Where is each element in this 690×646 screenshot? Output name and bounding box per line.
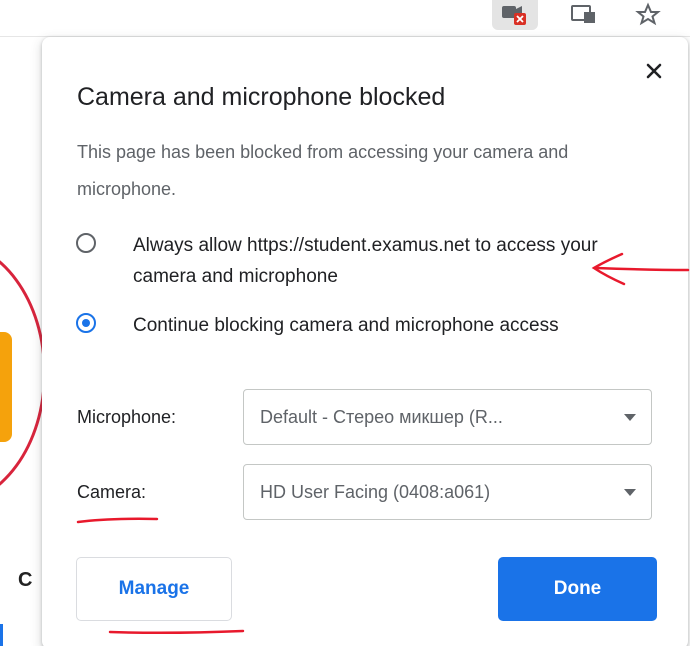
permission-dialog: Camera and microphone blocked This page … xyxy=(42,37,688,646)
background-orange-shape xyxy=(0,332,12,442)
radio-checked-icon[interactable] xyxy=(76,313,96,333)
dropdown-arrow-icon xyxy=(624,489,636,496)
microphone-select-value: Default - Стерео микшер (R... xyxy=(260,407,503,427)
microphone-select[interactable]: Default - Стерео микшер (R... xyxy=(243,389,652,445)
dialog-title: Camera and microphone blocked xyxy=(77,83,446,111)
cast-icon[interactable] xyxy=(566,2,602,26)
done-button[interactable]: Done xyxy=(498,557,657,621)
microphone-label: Microphone: xyxy=(77,407,177,427)
browser-toolbar xyxy=(0,0,690,37)
star-icon[interactable] xyxy=(628,2,668,26)
background-blue-bar xyxy=(0,624,3,646)
radio-dot xyxy=(82,319,90,327)
always-allow-label: Always allow https://student.examus.net … xyxy=(133,235,598,287)
background-letter: C xyxy=(18,569,33,591)
continue-blocking-label: Continue blocking camera and microphone … xyxy=(133,315,559,336)
camera-select-value: HD User Facing (0408:a061) xyxy=(260,482,491,502)
manage-button[interactable]: Manage xyxy=(76,557,232,621)
camera-blocked-icon[interactable] xyxy=(492,0,538,30)
close-icon[interactable] xyxy=(640,57,668,85)
camera-label: Camera: xyxy=(77,482,147,502)
dropdown-arrow-icon xyxy=(624,414,636,421)
camera-select[interactable]: HD User Facing (0408:a061) xyxy=(243,464,652,520)
radio-unchecked-icon[interactable] xyxy=(76,233,96,253)
screen: C Camera and microphone blocked This pag… xyxy=(0,0,690,646)
dialog-description: This page has been blocked from accessin… xyxy=(77,142,569,199)
